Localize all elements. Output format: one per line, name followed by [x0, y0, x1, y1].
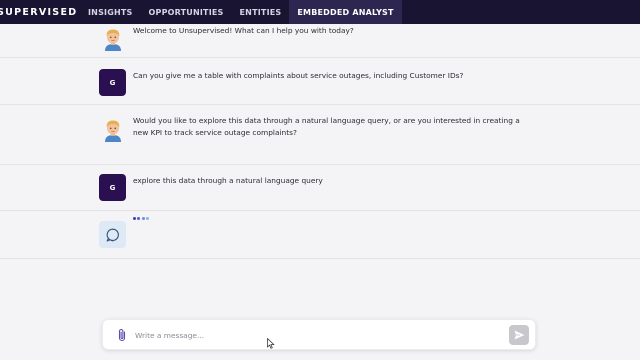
top-navigation-bar: SUPERVISED INSIGHTS OPPORTUNITIES ENTITI…	[0, 0, 640, 24]
message-input[interactable]	[135, 327, 495, 344]
paperclip-icon[interactable]	[116, 328, 128, 342]
chat-bubble-icon	[99, 221, 126, 248]
mouse-cursor	[267, 336, 275, 349]
chat-message: G explore this data through a natural la…	[0, 165, 640, 211]
main-nav: INSIGHTS OPPORTUNITIES ENTITIES EMBEDDED…	[80, 0, 402, 24]
message-text: Would you like to explore this data thro…	[133, 116, 520, 137]
tab-entities[interactable]: ENTITIES	[232, 0, 290, 24]
typing-dot	[133, 217, 136, 220]
tab-insights[interactable]: INSIGHTS	[80, 0, 141, 24]
assistant-avatar-icon	[99, 116, 126, 143]
message-composer	[102, 319, 536, 350]
typing-dot	[137, 217, 141, 220]
tab-embedded-analyst[interactable]: EMBEDDED ANALYST	[289, 0, 402, 24]
typing-dot	[141, 217, 145, 220]
send-icon	[514, 330, 524, 340]
typing-indicator	[133, 217, 149, 220]
assistant-avatar-icon	[99, 25, 126, 52]
message-text: Can you give me a table with complaints …	[133, 71, 464, 80]
chat-message-thinking	[0, 211, 640, 259]
send-button[interactable]	[509, 325, 529, 345]
chat-message: G Can you give me a table with complaint…	[0, 58, 640, 105]
chat-message: Would you like to explore this data thro…	[0, 105, 640, 165]
tab-opportunities[interactable]: OPPORTUNITIES	[141, 0, 232, 24]
message-text: explore this data through a natural lang…	[133, 176, 323, 185]
brand-logo[interactable]: SUPERVISED	[0, 7, 80, 18]
message-text: Welcome to Unsupervised! What can I help…	[133, 26, 354, 35]
user-avatar: G	[99, 69, 126, 96]
typing-dot	[146, 217, 149, 220]
user-avatar: G	[99, 174, 126, 201]
chat-message: Welcome to Unsupervised! What can I help…	[0, 24, 640, 58]
